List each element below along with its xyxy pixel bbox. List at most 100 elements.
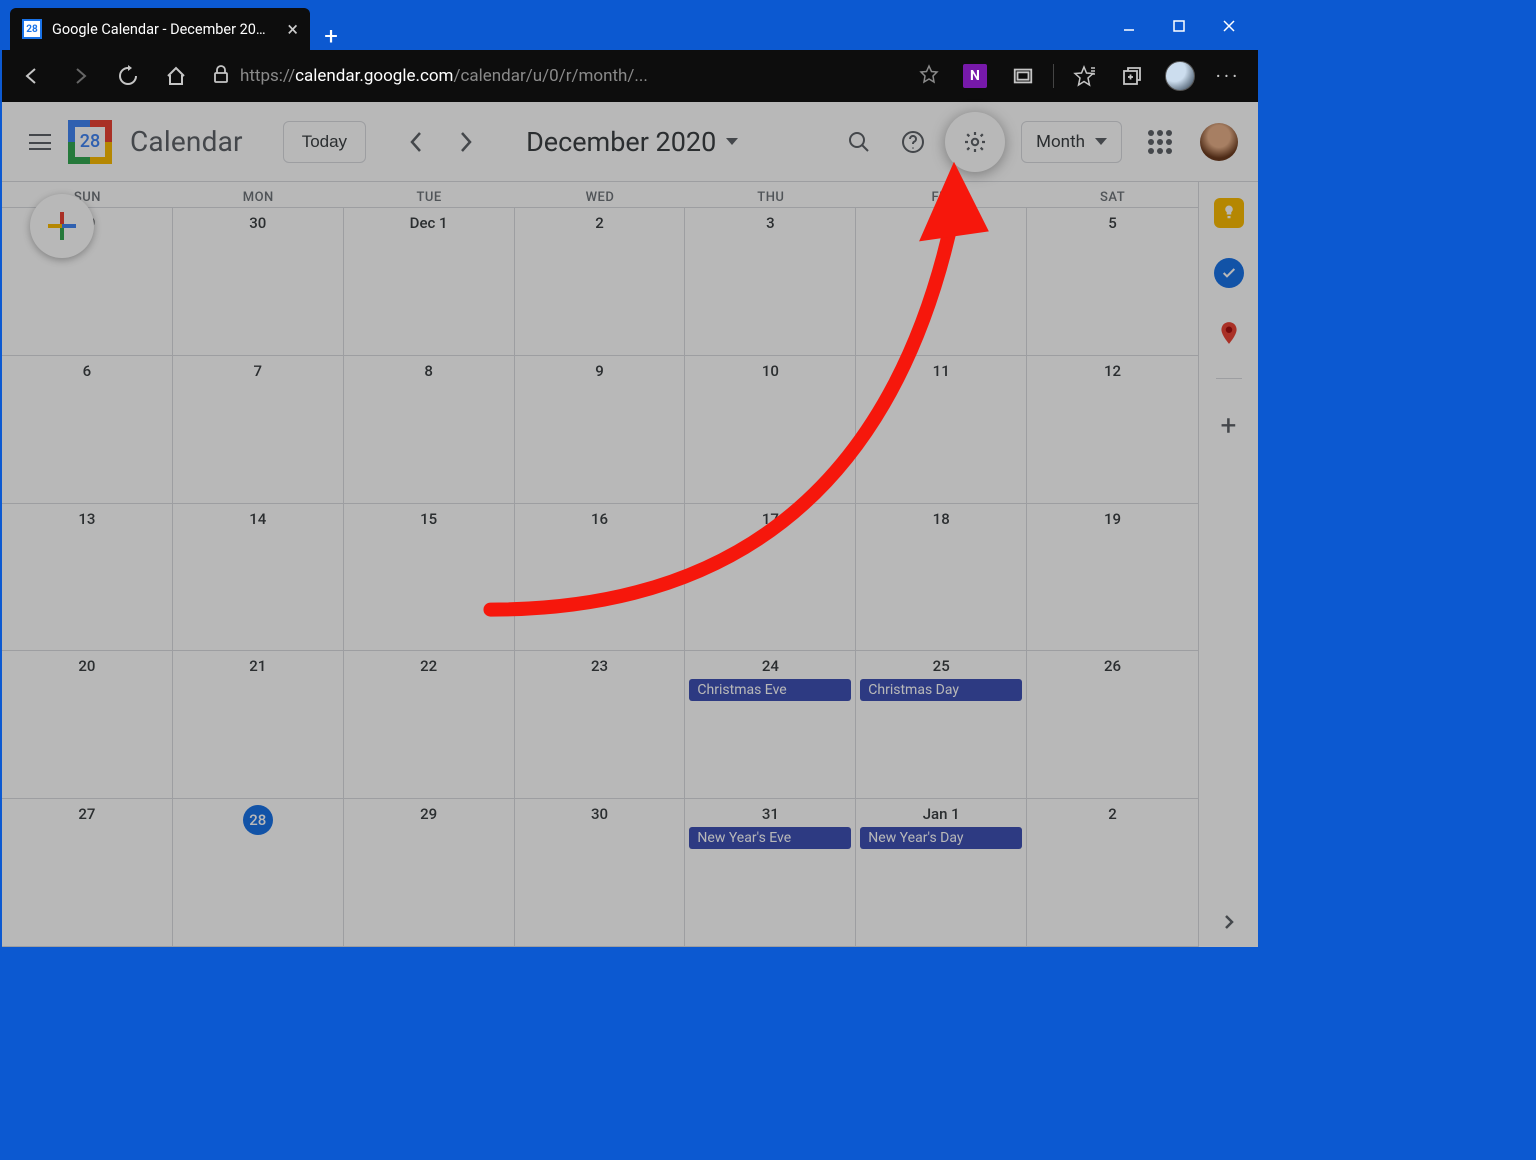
- reading-view-icon[interactable]: [1001, 56, 1045, 96]
- day-cell[interactable]: 24 Christmas Eve: [685, 651, 856, 798]
- day-cell[interactable]: 23: [515, 651, 686, 798]
- calendar-event[interactable]: Christmas Eve: [689, 679, 851, 701]
- settings-button[interactable]: [945, 112, 1005, 172]
- tab-close-icon[interactable]: ×: [287, 19, 298, 39]
- date-label: 27: [2, 805, 172, 823]
- day-cell[interactable]: 27: [2, 799, 173, 946]
- day-cell[interactable]: 18: [856, 504, 1027, 651]
- day-cell[interactable]: 19: [1027, 504, 1198, 651]
- app-title: Calendar: [130, 125, 243, 158]
- day-cell[interactable]: 2: [515, 208, 686, 355]
- help-button[interactable]: [891, 120, 935, 164]
- day-of-week-label: WED: [515, 182, 686, 207]
- new-tab-button[interactable]: +: [310, 22, 352, 50]
- next-month-button[interactable]: [446, 122, 486, 162]
- day-cell[interactable]: 16: [515, 504, 686, 651]
- current-month-label: December 2020: [526, 126, 716, 158]
- day-of-week-label: THU: [685, 182, 856, 207]
- calendar-event[interactable]: New Year's Eve: [689, 827, 851, 849]
- close-window-icon[interactable]: [1204, 2, 1254, 50]
- month-grid: SUNMONTUEWEDTHUFRISAT 2930Dec 1234567891…: [2, 182, 1198, 947]
- account-avatar[interactable]: [1200, 123, 1238, 161]
- date-label: 8: [344, 362, 514, 380]
- tasks-icon[interactable]: [1214, 258, 1244, 288]
- side-panel-toggle[interactable]: [1220, 913, 1238, 935]
- date-label: 7: [173, 362, 343, 380]
- day-cell[interactable]: 7: [173, 356, 344, 503]
- calendar-event[interactable]: Christmas Day: [860, 679, 1022, 701]
- minimize-icon[interactable]: [1104, 2, 1154, 50]
- day-of-week-label: SAT: [1027, 182, 1198, 207]
- date-label: 26: [1027, 657, 1198, 675]
- date-label: 16: [515, 510, 685, 528]
- window-titlebar: 28 Google Calendar - December 20… × +: [2, 2, 1258, 50]
- day-cell[interactable]: 30: [173, 208, 344, 355]
- day-cell[interactable]: 30: [515, 799, 686, 946]
- date-label: 2: [515, 214, 685, 232]
- day-cell[interactable]: 5: [1027, 208, 1198, 355]
- day-cell[interactable]: 13: [2, 504, 173, 651]
- maximize-icon[interactable]: [1154, 2, 1204, 50]
- prev-month-button[interactable]: [396, 122, 436, 162]
- favorites-icon[interactable]: [1062, 56, 1106, 96]
- refresh-icon[interactable]: [106, 56, 150, 96]
- add-addon-button[interactable]: +: [1221, 409, 1237, 442]
- date-label: 24: [685, 657, 855, 675]
- day-cell[interactable]: 4: [856, 208, 1027, 355]
- day-cell[interactable]: 20: [2, 651, 173, 798]
- favorite-star-icon[interactable]: [919, 64, 939, 89]
- day-cell[interactable]: 9: [515, 356, 686, 503]
- month-picker[interactable]: December 2020: [526, 126, 738, 158]
- day-cell[interactable]: 14: [173, 504, 344, 651]
- day-cell[interactable]: 12: [1027, 356, 1198, 503]
- day-cell[interactable]: 8: [344, 356, 515, 503]
- day-cell[interactable]: 28: [173, 799, 344, 946]
- day-cell[interactable]: 29: [344, 799, 515, 946]
- browser-tab[interactable]: 28 Google Calendar - December 20… ×: [10, 8, 310, 50]
- day-cell[interactable]: 31New Year's Eve: [685, 799, 856, 946]
- day-cell[interactable]: 21: [173, 651, 344, 798]
- date-label: 20: [2, 657, 172, 675]
- lock-icon: [212, 65, 230, 88]
- back-icon[interactable]: [10, 56, 54, 96]
- day-cell[interactable]: 2: [1027, 799, 1198, 946]
- day-cell[interactable]: 11: [856, 356, 1027, 503]
- forward-icon[interactable]: [58, 56, 102, 96]
- day-cell[interactable]: 3: [685, 208, 856, 355]
- date-label: 19: [1027, 510, 1198, 528]
- more-menu-icon[interactable]: ···: [1206, 56, 1250, 96]
- maps-icon[interactable]: [1214, 318, 1244, 348]
- day-cell[interactable]: Dec 1: [344, 208, 515, 355]
- browser-toolbar: https://calendar.google.com/calendar/u/0…: [2, 50, 1258, 102]
- home-icon[interactable]: [154, 56, 198, 96]
- side-panel: +: [1198, 182, 1258, 947]
- today-button[interactable]: Today: [283, 121, 366, 163]
- browser-profile-icon[interactable]: [1158, 56, 1202, 96]
- date-label: 3: [685, 214, 855, 232]
- date-label: 30: [173, 214, 343, 232]
- apps-grid-icon: [1148, 130, 1172, 154]
- date-label: 29: [344, 805, 514, 823]
- google-apps-button[interactable]: [1138, 120, 1182, 164]
- day-of-week-label: SUN: [2, 182, 173, 207]
- search-button[interactable]: [837, 120, 881, 164]
- create-event-fab[interactable]: [30, 194, 94, 258]
- tab-title: Google Calendar - December 20…: [52, 21, 277, 38]
- day-cell[interactable]: Jan 1New Year's Day: [856, 799, 1027, 946]
- keep-icon[interactable]: [1214, 198, 1244, 228]
- day-cell[interactable]: 15: [344, 504, 515, 651]
- day-cell[interactable]: 17: [685, 504, 856, 651]
- onenote-extension-icon[interactable]: N: [953, 56, 997, 96]
- main-menu-button[interactable]: [22, 124, 58, 160]
- date-label: 22: [344, 657, 514, 675]
- date-label: 2: [1027, 805, 1198, 823]
- collections-icon[interactable]: [1110, 56, 1154, 96]
- day-cell[interactable]: 26: [1027, 651, 1198, 798]
- calendar-event[interactable]: New Year's Day: [860, 827, 1022, 849]
- day-cell[interactable]: 22: [344, 651, 515, 798]
- view-selector[interactable]: Month: [1021, 121, 1122, 163]
- address-bar[interactable]: https://calendar.google.com/calendar/u/0…: [202, 64, 949, 89]
- day-cell[interactable]: 10: [685, 356, 856, 503]
- day-cell[interactable]: 25Christmas Day: [856, 651, 1027, 798]
- day-cell[interactable]: 6: [2, 356, 173, 503]
